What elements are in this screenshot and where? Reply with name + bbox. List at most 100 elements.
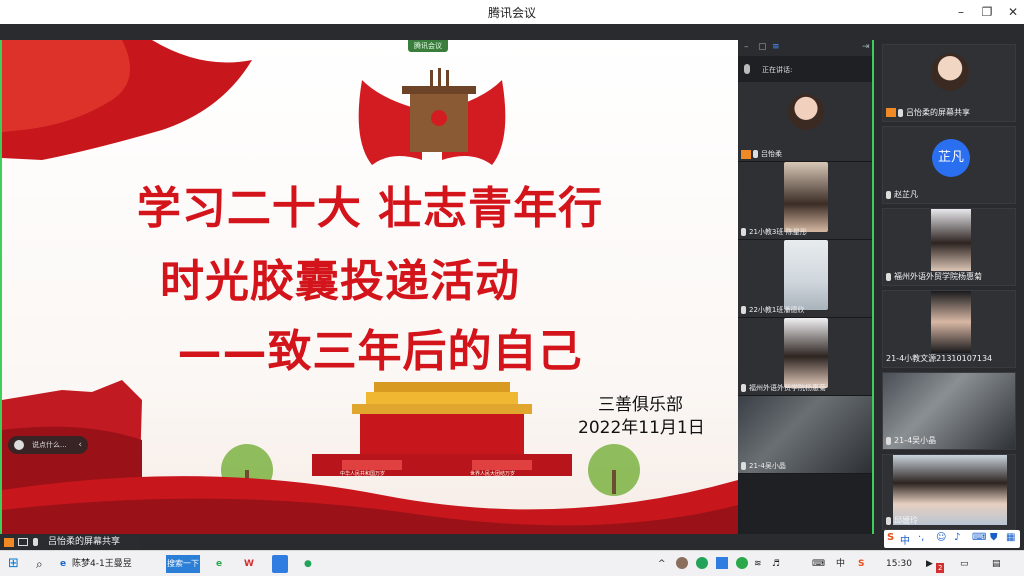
edge-icon[interactable]: e [216, 555, 222, 573]
punctuation-icon[interactable]: ·, [918, 532, 924, 543]
speaking-indicator: 正在讲话: [738, 58, 872, 80]
screen-share-bar[interactable]: 吕怡柔的屏幕共享 [0, 534, 140, 550]
windows-start-icon[interactable]: ⊞ [8, 555, 19, 573]
mic-icon [744, 64, 750, 74]
keyboard-icon[interactable]: ⌨ [812, 555, 825, 573]
voice-icon[interactable]: ♪ [954, 532, 960, 543]
mic-icon [741, 384, 746, 392]
sogou-logo-icon: S [887, 532, 895, 543]
wechat-icon[interactable]: ● [304, 555, 312, 573]
smile-icon [14, 440, 24, 450]
slide-content: 学习二十大 壮志青年行 时光胶囊投递活动 ——致三年后的自己 三善俱乐部 202… [2, 40, 738, 534]
video-feed [784, 162, 828, 232]
mic-icon [741, 462, 746, 470]
mic-icon [886, 436, 891, 445]
meeting-app-icon[interactable] [272, 555, 288, 573]
strip-tile[interactable]: 22小教1班潘德欣 [738, 240, 872, 318]
ime-mode[interactable]: 中 [900, 532, 910, 547]
emoji-icon[interactable]: ☺ [936, 532, 946, 543]
screen-share-icon [18, 538, 28, 546]
wps-icon[interactable]: W [244, 555, 254, 573]
participant-name: 赵芷凡 [886, 189, 918, 200]
strip-tile[interactable]: 福州外语外贸学院杨惠菊 [738, 318, 872, 396]
host-icon [741, 149, 751, 159]
sogou-tray-icon[interactable]: S [858, 555, 864, 573]
host-icon [4, 538, 14, 547]
video-feed [931, 209, 971, 271]
slide-title-line-3: ——致三年后的自己 [177, 326, 583, 377]
video-feed [931, 291, 971, 353]
close-button[interactable]: ✕ [998, 0, 1024, 24]
participant-tile[interactable]: 福州外语外贸学院杨惠菊 [882, 208, 1016, 286]
avatar: 芷凡 [932, 139, 970, 177]
search-icon[interactable]: ⌕ [36, 555, 43, 573]
clock[interactable]: 15:30 [886, 555, 912, 573]
speaking-label: 正在讲话: [762, 66, 793, 74]
list-icon[interactable]: ≡ [772, 42, 780, 52]
comment-placeholder: 说点什么... [32, 441, 67, 449]
search-button[interactable]: 搜索一下 [166, 555, 200, 573]
participant-tile[interactable]: 21-4吴小晶 [882, 372, 1016, 450]
participant-name: 邱媛玲 [886, 515, 918, 526]
strip-tile[interactable]: 21小教3班-陈星彤 [738, 162, 872, 240]
strip-tile[interactable]: 21-4吴小晶 [738, 396, 872, 474]
tray-meeting-icon[interactable] [716, 557, 728, 569]
tencent-meeting-window: 腾讯会议 – ❐ ✕ 学习二十大 壮志青年行 时光胶囊投递活动 ——致三年后的自… [0, 0, 1024, 576]
shared-screen: 学习二十大 壮志青年行 时光胶囊投递活动 ——致三年后的自己 三善俱乐部 202… [0, 40, 874, 534]
participant-list: 吕怡柔的屏幕共享 芷凡 赵芷凡 福州外语外贸学院杨惠菊 21-4小教文源2131… [880, 42, 1018, 532]
ime-toolbar[interactable]: S 中 ·, ☺ ♪ ⌨ ⛊ ▦ [884, 530, 1020, 548]
chevron-left-icon[interactable]: ‹ [78, 436, 82, 454]
share-label: 吕怡柔的屏幕共享 [48, 537, 121, 547]
mic-icon [741, 228, 746, 236]
shirt-icon[interactable]: ⛊ [990, 532, 998, 543]
mic-icon [886, 190, 891, 199]
tray-avatar-icon[interactable] [676, 557, 688, 569]
participant-name: 21-4吴小晶 [886, 435, 936, 446]
participant-tile[interactable]: 吕怡柔的屏幕共享 [882, 44, 1016, 122]
mic-icon [886, 516, 891, 525]
video-feed [784, 318, 828, 388]
comment-input[interactable]: 说点什么... ‹ [8, 436, 88, 454]
video-tray-icon[interactable]: ▶ [926, 555, 933, 573]
grid-icon[interactable]: ▦ [1006, 532, 1015, 543]
tray-green-icon[interactable] [736, 557, 748, 569]
tray-wechat-icon[interactable] [696, 557, 708, 569]
mic-icon [886, 272, 891, 281]
wifi-icon[interactable]: ≋ [754, 555, 762, 573]
action-center-icon[interactable]: ▭ [960, 555, 969, 573]
keyboard-icon[interactable]: ⌨ [972, 532, 986, 543]
participant-name: 福州外语外贸学院杨惠菊 [741, 383, 826, 393]
mic-icon [898, 108, 903, 117]
participant-name: 21小教3班-陈星彤 [741, 227, 807, 237]
participant-name: 福州外语外贸学院杨惠菊 [886, 271, 982, 282]
participant-tile[interactable]: 邱媛玲 [882, 454, 1016, 530]
participant-name: 21-4吴小晶 [741, 461, 786, 471]
taskbar: ⊞ ⌕ e 陈梦4-1王曼昱 搜索一下 e W ● ^ ≋ ♬ ⌨ 中 S 15… [0, 550, 1024, 576]
mic-icon [33, 538, 38, 546]
ie-icon[interactable]: e [60, 555, 66, 573]
gate-right-slogan: 世界人民大团结万岁 [470, 471, 516, 477]
minimize-icon[interactable]: – [744, 42, 749, 52]
volume-icon[interactable]: ♬ [772, 555, 780, 573]
gate-left-slogan: 中华人民共和国万岁 [340, 471, 386, 477]
notification-icon[interactable]: ▤ [992, 555, 1001, 573]
shared-participant-strip: – ▢ ≡ ⇥ 正在讲话: 吕怡柔 21小教3班-陈星彤 22小教1班潘德欣 福… [738, 40, 872, 534]
input-language[interactable]: 中 [836, 555, 845, 573]
expand-icon[interactable]: ⇥ [862, 42, 870, 52]
window-title: 腾讯会议 [487, 6, 536, 20]
avatar [931, 53, 969, 91]
strip-tile[interactable]: 吕怡柔 [738, 82, 872, 162]
meeting-badge: 腾讯会议 [408, 40, 448, 52]
participant-name: 吕怡柔 [741, 149, 782, 159]
chevron-up-icon[interactable]: ^ [658, 555, 666, 573]
slide-title-line-1: 学习二十大 壮志青年行 [136, 183, 604, 234]
slide-date: 2022年11月1日 [578, 418, 705, 438]
taskbar-app-label[interactable]: 陈梦4-1王曼昱 [72, 555, 132, 573]
avatar [788, 94, 824, 130]
title-bar: 腾讯会议 – ❐ ✕ [0, 0, 1024, 24]
participant-tile[interactable]: 21-4小教文源21310107134 [882, 290, 1016, 368]
mic-icon [741, 306, 746, 314]
window-icon[interactable]: ▢ [758, 42, 767, 52]
strip-toolbar: – ▢ ≡ ⇥ [738, 40, 872, 56]
participant-tile[interactable]: 芷凡 赵芷凡 [882, 126, 1016, 204]
